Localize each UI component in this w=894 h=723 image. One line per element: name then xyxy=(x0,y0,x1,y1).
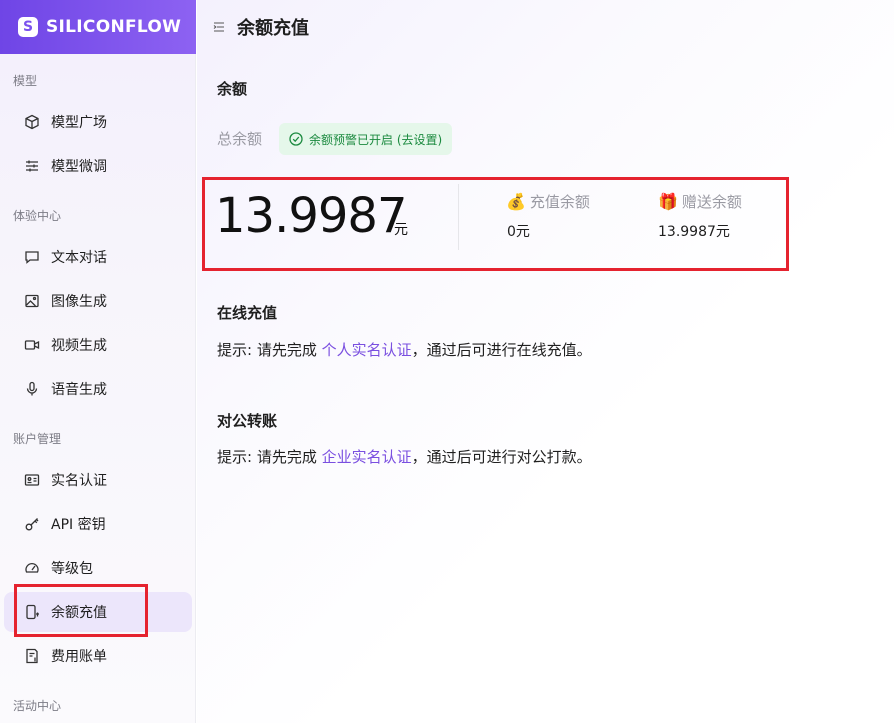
tip-text: 提示: 请先完成 xyxy=(217,341,322,359)
corporate-transfer-heading: 对公转账 xyxy=(217,412,278,430)
sidebar-item-label: 视频生成 xyxy=(51,338,107,354)
corporate-transfer-tip: 提示: 请先完成 企业实名认证，通过后可进行对公打款。 xyxy=(217,446,592,467)
sliders-icon xyxy=(24,158,40,174)
chat-bubble-icon xyxy=(24,249,40,265)
brand-name: SILICONFLOW xyxy=(46,17,182,37)
sidebar-item-label: 模型微调 xyxy=(51,159,107,175)
personal-verification-link[interactable]: 个人实名认证 xyxy=(322,341,412,359)
page-title: 余额充值 xyxy=(237,18,309,39)
sidebar-item-model-finetune[interactable]: 模型微调 xyxy=(4,146,192,186)
sidebar-item-verification[interactable]: 实名认证 xyxy=(4,460,192,500)
balance-alert-text: 余额预警已开启 (去设置) xyxy=(309,132,443,147)
sidebar-item-text-chat[interactable]: 文本对话 xyxy=(4,237,192,277)
sidebar-item-label: 模型广场 xyxy=(51,115,107,131)
bill-icon xyxy=(24,648,40,664)
gauge-icon xyxy=(24,560,40,576)
tip-text: ，通过后可进行在线充值。 xyxy=(411,341,592,359)
balance-heading: 余额 xyxy=(217,80,248,98)
total-balance-label: 总余额 xyxy=(217,130,263,148)
check-circle-icon xyxy=(289,132,303,146)
highlight-box-nav xyxy=(14,584,148,637)
sidebar-item-api-keys[interactable]: API 密钥 xyxy=(4,504,192,544)
id-card-icon xyxy=(24,472,40,488)
main-content: 余额充值 余额 总余额 余额预警已开启 (去设置) 13.9987 元 💰 充值… xyxy=(197,0,894,723)
sidebar-item-level-package[interactable]: 等级包 xyxy=(4,548,192,588)
section-label-activities: 活动中心 xyxy=(13,699,62,713)
sidebar-item-video-gen[interactable]: 视频生成 xyxy=(4,325,192,365)
sidebar-item-model-square[interactable]: 模型广场 xyxy=(4,102,192,142)
sidebar-item-label: 图像生成 xyxy=(51,294,107,310)
sidebar-item-label: 费用账单 xyxy=(51,649,107,665)
sidebar-item-label: API 密钥 xyxy=(51,517,106,533)
image-icon xyxy=(24,293,40,309)
video-camera-icon xyxy=(24,337,40,353)
section-label-models: 模型 xyxy=(13,74,38,88)
online-recharge-heading: 在线充值 xyxy=(217,304,278,322)
highlight-box-balance xyxy=(202,177,789,271)
section-label-account: 账户管理 xyxy=(13,432,62,446)
tip-text: 提示: 请先完成 xyxy=(217,448,322,466)
top-bar: 余额充值 xyxy=(197,0,894,54)
sidebar-item-label: 文本对话 xyxy=(51,250,107,266)
sidebar-item-image-gen[interactable]: 图像生成 xyxy=(4,281,192,321)
sidebar-item-billing[interactable]: 费用账单 xyxy=(4,636,192,676)
collapse-menu-icon[interactable] xyxy=(213,21,225,33)
cube-icon xyxy=(24,114,40,130)
sidebar-item-label: 等级包 xyxy=(51,561,93,577)
key-icon xyxy=(24,516,40,532)
sidebar-item-voice-gen[interactable]: 语音生成 xyxy=(4,369,192,409)
section-label-playground: 体验中心 xyxy=(13,209,62,223)
online-recharge-tip: 提示: 请先完成 个人实名认证，通过后可进行在线充值。 xyxy=(217,339,592,360)
enterprise-verification-link[interactable]: 企业实名认证 xyxy=(322,448,412,466)
balance-alert-badge[interactable]: 余额预警已开启 (去设置) xyxy=(279,123,453,155)
tip-text: ，通过后可进行对公打款。 xyxy=(411,448,592,466)
sidebar-item-label: 语音生成 xyxy=(51,382,107,398)
siliconflow-logo-icon: S xyxy=(18,17,38,37)
microphone-icon xyxy=(24,381,40,397)
brand-logo[interactable]: S SILICONFLOW xyxy=(0,0,196,54)
sidebar-item-label: 实名认证 xyxy=(51,473,107,489)
